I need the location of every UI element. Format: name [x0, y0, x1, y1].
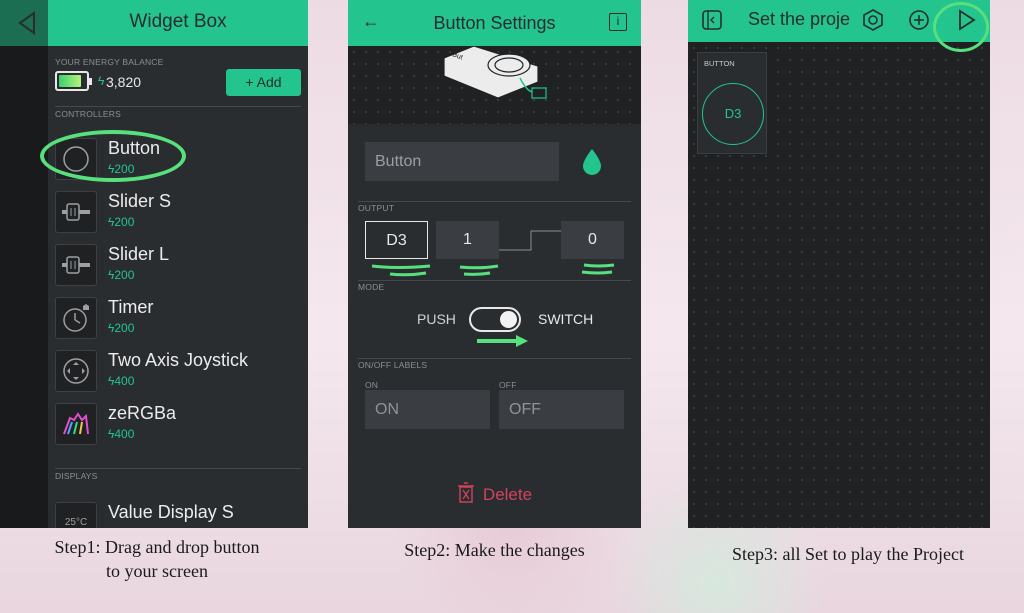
widget-name: Value Display S — [108, 502, 234, 522]
settings-header: ← Button Settings i — [348, 0, 641, 46]
add-widget-icon[interactable] — [907, 8, 931, 32]
battery-icon — [55, 71, 92, 91]
step1-line2: to your screen — [106, 561, 208, 581]
widget-cost: ϟ200 — [108, 268, 135, 282]
project-canvas[interactable]: BUTTON D3 — [688, 42, 990, 528]
widget-item-zergba[interactable]: zeRGBa ϟ400 — [48, 401, 308, 451]
controllers-section-label: CONTROLLERS — [55, 109, 121, 119]
zebra-icon — [55, 403, 97, 445]
delete-label: Delete — [482, 485, 533, 504]
energy-balance-label: YOUR ENERGY BALANCE — [55, 57, 164, 67]
divider — [55, 468, 301, 469]
trash-icon — [457, 482, 474, 503]
color-drop-icon[interactable] — [580, 147, 604, 177]
arrow-annotation — [477, 335, 528, 347]
widget-name: Slider S — [108, 191, 172, 211]
value-low-input[interactable]: 0 — [561, 221, 624, 259]
button-widget[interactable]: BUTTON D3 — [697, 52, 767, 154]
mode-switch-label: SWITCH — [538, 311, 594, 327]
page-title: Button Settings — [433, 13, 556, 33]
info-icon[interactable]: i — [609, 13, 627, 31]
widget-name: Timer — [108, 297, 154, 317]
energy-balance-value: 3,820 — [106, 74, 142, 90]
timer-icon — [55, 297, 97, 339]
back-triangle-icon — [18, 11, 35, 35]
widget-item-slider-s[interactable]: Slider S ϟ200 — [48, 189, 308, 239]
widget-name: Slider L — [108, 244, 170, 264]
divider — [55, 106, 301, 107]
value-high-input[interactable]: 1 — [436, 221, 499, 259]
project-title: Set the project — [748, 9, 850, 29]
step1-caption: Step1: Drag and drop button to your scre… — [20, 535, 294, 583]
labels-section-label: ON/OFF LABELS — [358, 360, 428, 370]
widget-name: Two Axis Joystick — [108, 350, 249, 370]
highlight-underline-annotation — [371, 263, 615, 277]
step3-caption: Step3: all Set to play the Project — [732, 544, 964, 564]
divider — [358, 201, 631, 202]
step1-line1: Step1: Drag and drop button — [54, 537, 260, 557]
step2-caption: Step2: Make the changes — [404, 540, 585, 560]
widget-name-input[interactable]: Button — [365, 142, 559, 181]
widget-box: Widget Box YOUR ENERGY BALANCE ϟ 3,820 +… — [48, 0, 308, 528]
value-display-icon: 25°C — [55, 502, 97, 528]
widget-box-panel: Widget Box YOUR ENERGY BALANCE ϟ 3,820 +… — [0, 0, 308, 528]
toggle-knob — [500, 311, 517, 328]
canvas-edge — [0, 0, 48, 528]
joystick-icon — [55, 350, 97, 392]
widget-item-timer[interactable]: Timer ϟ200 — [48, 295, 308, 345]
on-label-caption: ON — [365, 380, 379, 390]
energy-bolt-icon: ϟ — [98, 74, 105, 88]
divider — [358, 280, 631, 281]
delete-button[interactable]: Delete — [348, 482, 641, 505]
slider-icon — [55, 191, 97, 233]
slider-icon — [55, 244, 97, 286]
drag-highlight-annotation — [40, 130, 186, 182]
widget-pin-button[interactable]: D3 — [702, 83, 764, 145]
widget-cost: ϟ400 — [108, 427, 135, 441]
project-canvas-panel: Set the project BUTTON D3 — [688, 0, 990, 528]
output-section-label: OUTPUT — [358, 203, 395, 213]
page-title: Widget Box — [129, 11, 227, 32]
widget-name: zeRGBa — [108, 403, 177, 423]
pin-select[interactable]: D3 — [365, 221, 428, 259]
widget-item-value-display-s[interactable]: 25°C Value Display S — [48, 500, 308, 528]
device-illustration-icon: But — [443, 45, 547, 99]
on-label-input[interactable]: ON — [365, 390, 490, 429]
back-button[interactable] — [0, 0, 48, 46]
off-label-caption: OFF — [499, 380, 517, 390]
mode-push-label: PUSH — [417, 311, 456, 327]
add-energy-button[interactable]: + Add — [226, 69, 301, 96]
widget-cost: ϟ400 — [108, 374, 135, 388]
device-preview-illustration: But — [348, 45, 641, 124]
displays-section-label: DISPLAYS — [55, 471, 98, 481]
play-highlight-annotation — [933, 2, 989, 52]
widget-label: BUTTON — [704, 59, 735, 68]
mode-toggle[interactable] — [469, 307, 521, 332]
widget-cost: ϟ200 — [108, 215, 135, 229]
widget-cost: ϟ200 — [108, 321, 135, 335]
widget-item-joystick[interactable]: Two Axis Joystick ϟ400 — [48, 348, 308, 398]
settings-nut-icon[interactable] — [861, 8, 885, 32]
device-switch-icon[interactable] — [700, 8, 724, 32]
mode-section-label: MODE — [358, 282, 385, 292]
button-settings-panel: ← Button Settings i But Button OUTPUT D3… — [348, 0, 641, 528]
divider — [358, 358, 631, 359]
widget-box-header: Widget Box — [48, 0, 308, 46]
widget-item-slider-l[interactable]: Slider L ϟ200 — [48, 242, 308, 292]
off-label-input[interactable]: OFF — [499, 390, 624, 429]
signal-step-icon — [499, 230, 561, 251]
